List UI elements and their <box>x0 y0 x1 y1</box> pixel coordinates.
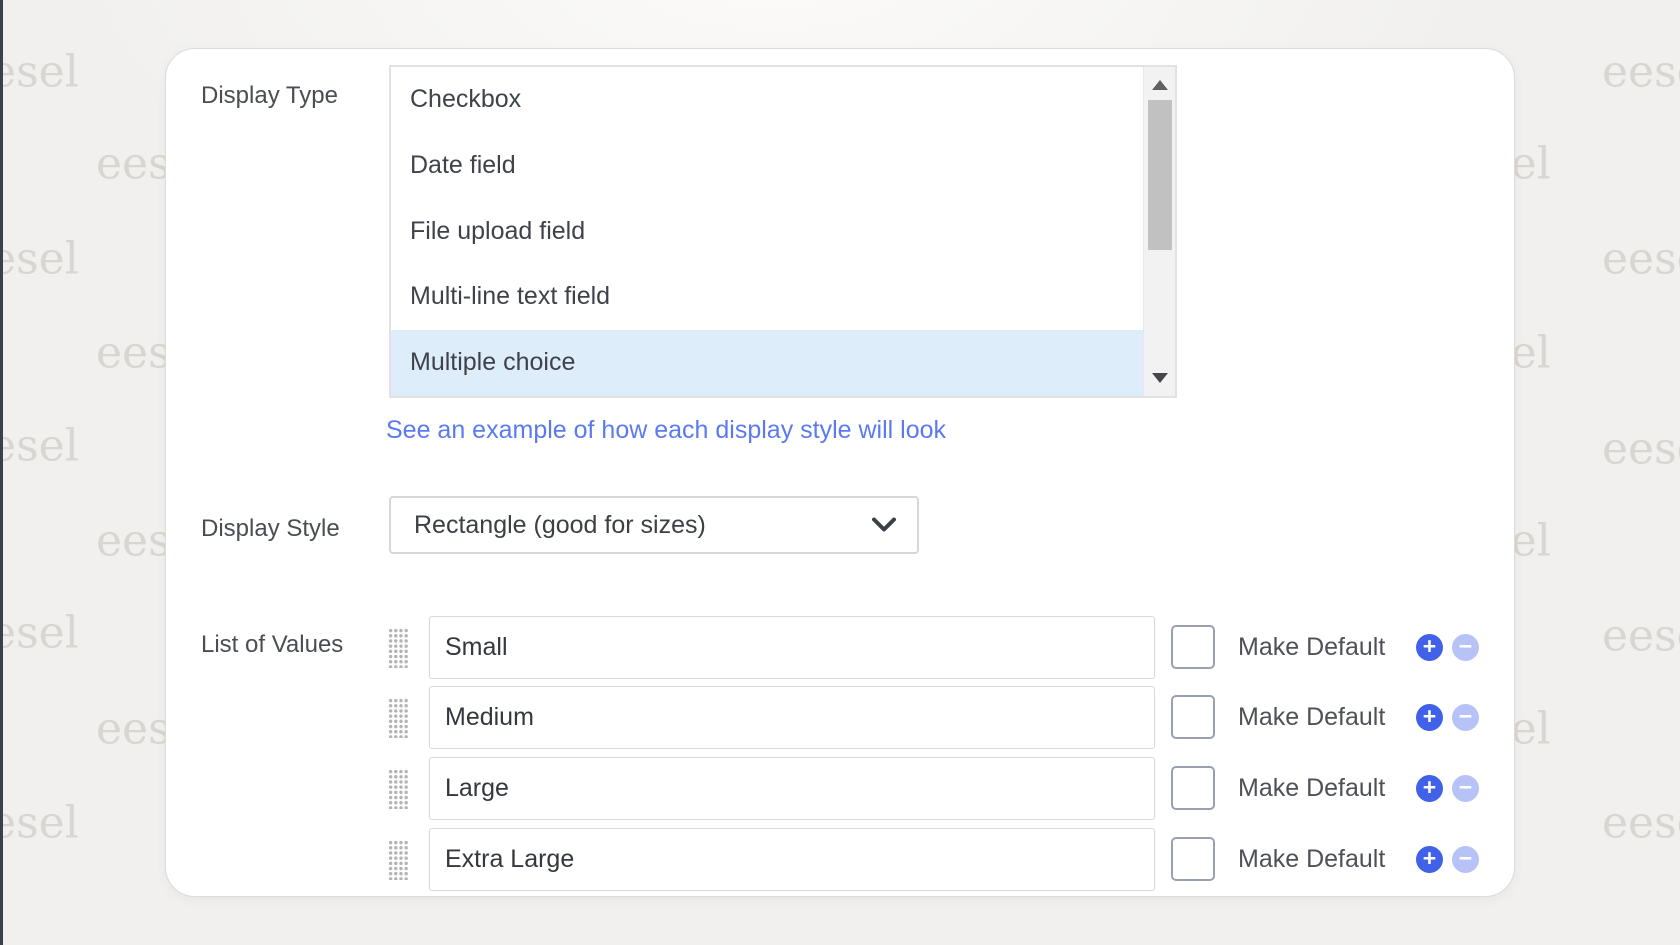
scroll-down-arrow-icon[interactable] <box>1152 373 1168 383</box>
drag-handle-icon[interactable] <box>387 627 408 668</box>
watermark-text: eesel <box>1602 47 1680 98</box>
display-type-listbox[interactable]: Checkbox Date field File upload field Mu… <box>389 65 1177 398</box>
value-input-small[interactable] <box>429 616 1155 679</box>
drag-handle-icon[interactable] <box>387 697 408 738</box>
make-default-checkbox[interactable] <box>1171 695 1215 739</box>
value-row-medium: Make Default + − <box>387 686 1480 749</box>
watermark-text: eesel <box>1602 611 1680 662</box>
watermark-text: eesel <box>0 234 79 285</box>
window-left-edge <box>0 0 3 945</box>
remove-value-button[interactable]: − <box>1452 775 1479 802</box>
scroll-up-arrow-icon[interactable] <box>1152 80 1168 90</box>
watermark-text: eesel <box>0 47 79 98</box>
display-style-example-link[interactable]: See an example of how each display style… <box>386 415 946 445</box>
watermark-text: eesel <box>0 798 79 849</box>
watermark-text: eesel <box>1602 798 1680 849</box>
watermark-text: eesel <box>1602 234 1680 285</box>
listbox-scrollbar[interactable] <box>1143 67 1175 396</box>
drag-handle-icon[interactable] <box>387 768 408 809</box>
scrollbar-thumb[interactable] <box>1148 100 1172 250</box>
make-default-checkbox[interactable] <box>1171 766 1215 810</box>
page: { "display_type": { "label": "Display Ty… <box>0 0 1680 945</box>
add-value-button[interactable]: + <box>1416 846 1443 873</box>
display-style-selected-value: Rectangle (good for sizes) <box>414 498 706 552</box>
watermark-text: eesel <box>0 421 79 472</box>
make-default-label: Make Default <box>1238 828 1385 891</box>
watermark-text: eesel <box>1602 424 1680 475</box>
display-style-select[interactable]: Rectangle (good for sizes) <box>389 496 919 554</box>
make-default-label: Make Default <box>1238 757 1385 820</box>
option-date-field[interactable]: Date field <box>391 133 1143 199</box>
option-multi-line-text-field[interactable]: Multi-line text field <box>391 264 1143 330</box>
remove-value-button[interactable]: − <box>1452 634 1479 661</box>
drag-handle-icon[interactable] <box>387 839 408 880</box>
value-row-small: Make Default + − <box>387 616 1480 679</box>
chevron-down-icon <box>871 518 897 533</box>
remove-value-button[interactable]: − <box>1452 846 1479 873</box>
display-type-options: Checkbox Date field File upload field Mu… <box>391 67 1143 396</box>
value-row-extra-large: Make Default + − <box>387 828 1480 891</box>
make-default-checkbox[interactable] <box>1171 837 1215 881</box>
watermark-text: eesel <box>0 608 79 659</box>
value-input-extra-large[interactable] <box>429 828 1155 891</box>
value-input-large[interactable] <box>429 757 1155 820</box>
display-style-label: Display Style <box>201 515 340 543</box>
make-default-label: Make Default <box>1238 686 1385 749</box>
list-of-values-label: List of Values <box>201 631 343 659</box>
option-multiple-choice[interactable]: Multiple choice <box>391 330 1143 396</box>
remove-value-button[interactable]: − <box>1452 704 1479 731</box>
value-input-medium[interactable] <box>429 686 1155 749</box>
display-type-label: Display Type <box>201 82 338 110</box>
add-value-button[interactable]: + <box>1416 775 1443 802</box>
make-default-checkbox[interactable] <box>1171 625 1215 669</box>
add-value-button[interactable]: + <box>1416 634 1443 661</box>
value-row-large: Make Default + − <box>387 757 1480 820</box>
option-file-upload-field[interactable]: File upload field <box>391 199 1143 265</box>
field-settings-card: Display Type Checkbox Date field File up… <box>165 48 1515 897</box>
option-checkbox[interactable]: Checkbox <box>391 67 1143 133</box>
add-value-button[interactable]: + <box>1416 704 1443 731</box>
make-default-label: Make Default <box>1238 616 1385 679</box>
